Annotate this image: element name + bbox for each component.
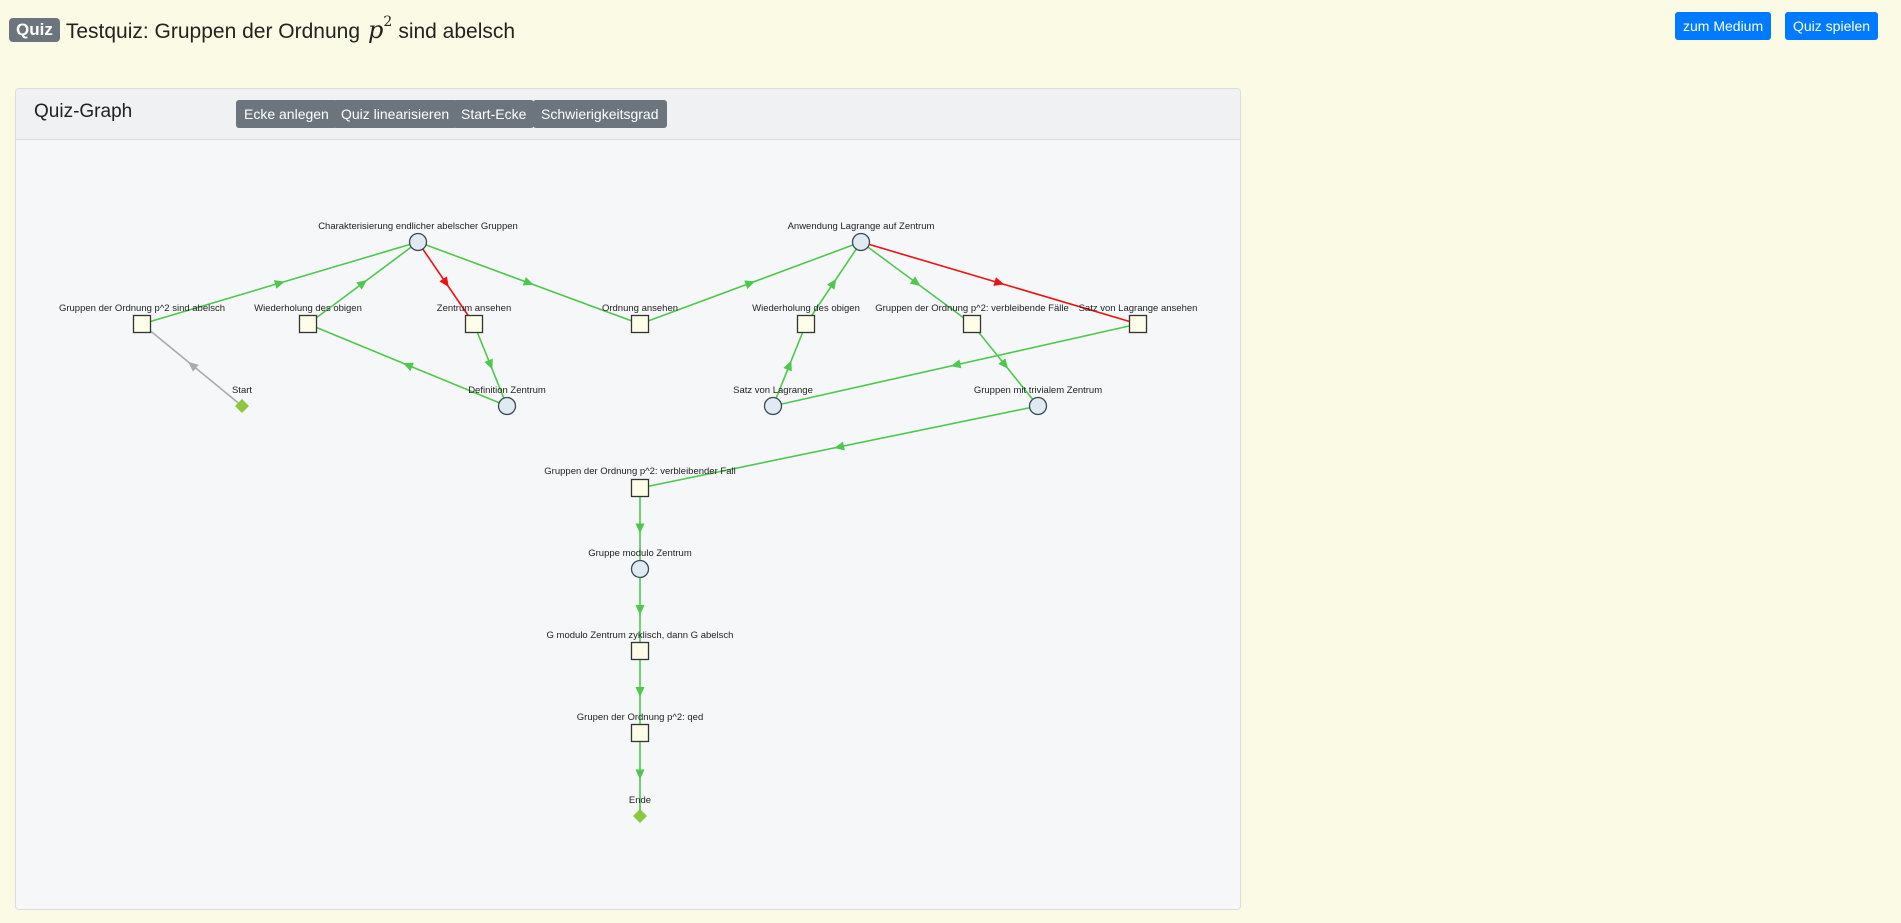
edge-arrowhead	[744, 280, 756, 289]
node-label: Satz von Lagrange ansehen	[1079, 303, 1198, 314]
node-shape-square[interactable]	[464, 314, 484, 334]
graph-node-gp2[interactable]: Gruppen der Ordnung p^2 sind abelsch	[59, 303, 225, 334]
node-label: Gruppen mit trivialem Zentrum	[974, 385, 1102, 396]
node-label: Wiederholung des obigen	[752, 303, 860, 314]
to-medium-button[interactable]: zum Medium	[1675, 12, 1772, 40]
node-label: Zentrum ansehen	[437, 303, 511, 314]
node-shape-square[interactable]	[796, 314, 816, 334]
graph-node-gvf1[interactable]: Gruppen der Ordnung p^2: verbleibender F…	[544, 466, 736, 498]
difficulty-button[interactable]: Schwierigkeitsgrad	[533, 100, 667, 128]
node-label: Charakterisierung endlicher abelscher Gr…	[318, 221, 518, 232]
start-node-button[interactable]: Start-Ecke	[453, 100, 535, 128]
graph-node-gmz[interactable]: Gruppe modulo Zentrum	[588, 548, 692, 579]
add-node-button[interactable]: Ecke anlegen	[236, 100, 337, 128]
node-shape-circle[interactable]	[763, 396, 783, 416]
edge-arrowhead	[635, 769, 645, 780]
edge-arrowhead	[993, 277, 1005, 286]
node-label: Gruppen der Ordnung p^2 sind abelsch	[59, 303, 225, 314]
edge-arrowhead	[635, 523, 645, 534]
node-label: Wiederholung des obigen	[254, 303, 362, 314]
node-label: G modulo Zentrum zyklisch, dann G abelsc…	[547, 630, 734, 641]
node-label: Grupen der Ordnung p^2: qed	[577, 712, 703, 723]
edge-arrowhead	[635, 605, 645, 615]
edge-arrowhead	[909, 276, 921, 286]
graph-node-anw[interactable]: Anwendung Lagrange auf Zentrum	[788, 221, 935, 252]
node-label: Gruppe modulo Zentrum	[588, 548, 692, 559]
edge-arrowhead	[439, 276, 449, 288]
node-shape-square[interactable]	[630, 478, 650, 498]
edge-arrowhead	[826, 278, 837, 290]
page-title: Testquiz: Gruppen der Ordnung p2 sind ab…	[65, 14, 516, 44]
linearize-quiz-button[interactable]: Quiz linearisieren	[333, 100, 458, 128]
node-shape-diamond[interactable]	[633, 809, 647, 823]
node-shape-circle[interactable]	[630, 559, 650, 579]
node-label: Definition Zentrum	[468, 385, 546, 396]
edge-arrowhead	[950, 359, 962, 369]
graph-node-gtz[interactable]: Gruppen mit trivialem Zentrum	[974, 385, 1102, 416]
graph-node-char[interactable]: Charakterisierung endlicher abelscher Gr…	[318, 221, 518, 252]
quiz-graph-panel: Quiz-Graph Ecke anlegen Quiz linearisier…	[15, 88, 1241, 910]
node-label: Gruppen der Ordnung p^2: verbleibender F…	[544, 466, 735, 477]
title-math: p2	[368, 14, 393, 44]
math-variable: p	[368, 16, 384, 44]
graph-node-slag[interactable]: Satz von Lagrange ansehen	[1079, 303, 1198, 334]
node-shape-square[interactable]	[1128, 314, 1148, 334]
graph-node-wied1[interactable]: Wiederholung des obigen	[254, 303, 362, 334]
title-suffix: sind abelsch	[398, 20, 516, 43]
node-shape-square[interactable]	[630, 641, 650, 661]
edge-arrowhead	[356, 280, 368, 290]
graph-node-gzyk[interactable]: G modulo Zentrum zyklisch, dann G abelsc…	[547, 630, 734, 661]
node-label: Satz von Lagrange	[733, 385, 813, 396]
edge-arrowhead	[522, 277, 534, 286]
node-shape-circle[interactable]	[497, 396, 517, 416]
node-label: Gruppen der Ordnung p^2: verbleibende Fä…	[875, 303, 1069, 314]
play-quiz-button[interactable]: Quiz spielen	[1785, 12, 1879, 40]
graph-node-gvf[interactable]: Gruppen der Ordnung p^2: verbleibende Fä…	[875, 303, 1069, 334]
graph-nodes: Charakterisierung endlicher abelscher Gr…	[59, 221, 1197, 823]
node-shape-circle[interactable]	[1028, 396, 1048, 416]
graph-node-start[interactable]: Start	[232, 385, 252, 413]
edge-arrowhead	[273, 280, 285, 289]
page-header: Quiz Testquiz: Gruppen der Ordnung p2 si…	[9, 12, 515, 48]
node-shape-square[interactable]	[132, 314, 152, 334]
title-prefix: Testquiz: Gruppen der Ordnung	[65, 20, 361, 43]
node-shape-circle[interactable]	[408, 232, 428, 252]
graph-node-defz[interactable]: Definition Zentrum	[468, 385, 546, 416]
node-shape-square[interactable]	[630, 314, 650, 334]
edge-arrowhead	[834, 441, 845, 451]
math-exponent: 2	[383, 14, 393, 30]
node-shape-square[interactable]	[298, 314, 318, 334]
panel-header: Quiz-Graph Ecke anlegen Quiz linearisier…	[16, 89, 1240, 140]
graph-node-qed[interactable]: Grupen der Ordnung p^2: qed	[577, 712, 703, 743]
graph-node-zent[interactable]: Zentrum ansehen	[437, 303, 511, 334]
edge-arrowhead	[635, 687, 645, 697]
edge-arrowhead	[998, 358, 1009, 369]
node-shape-square[interactable]	[630, 723, 650, 743]
quiz-graph-canvas[interactable]: Charakterisierung endlicher abelscher Gr…	[16, 140, 1240, 910]
node-label: Start	[232, 385, 252, 396]
graph-node-ende[interactable]: Ende	[629, 795, 651, 823]
node-label: Anwendung Lagrange auf Zentrum	[788, 221, 935, 232]
node-shape-circle[interactable]	[851, 232, 871, 252]
panel-title: Quiz-Graph	[34, 101, 133, 122]
graph-node-wied2[interactable]: Wiederholung des obigen	[752, 303, 860, 334]
quiz-badge: Quiz	[9, 18, 60, 42]
node-shape-square[interactable]	[962, 314, 982, 334]
node-label: Ordnung ansehen	[602, 303, 678, 314]
graph-node-ord[interactable]: Ordnung ansehen	[602, 303, 678, 334]
node-label: Ende	[629, 795, 651, 806]
